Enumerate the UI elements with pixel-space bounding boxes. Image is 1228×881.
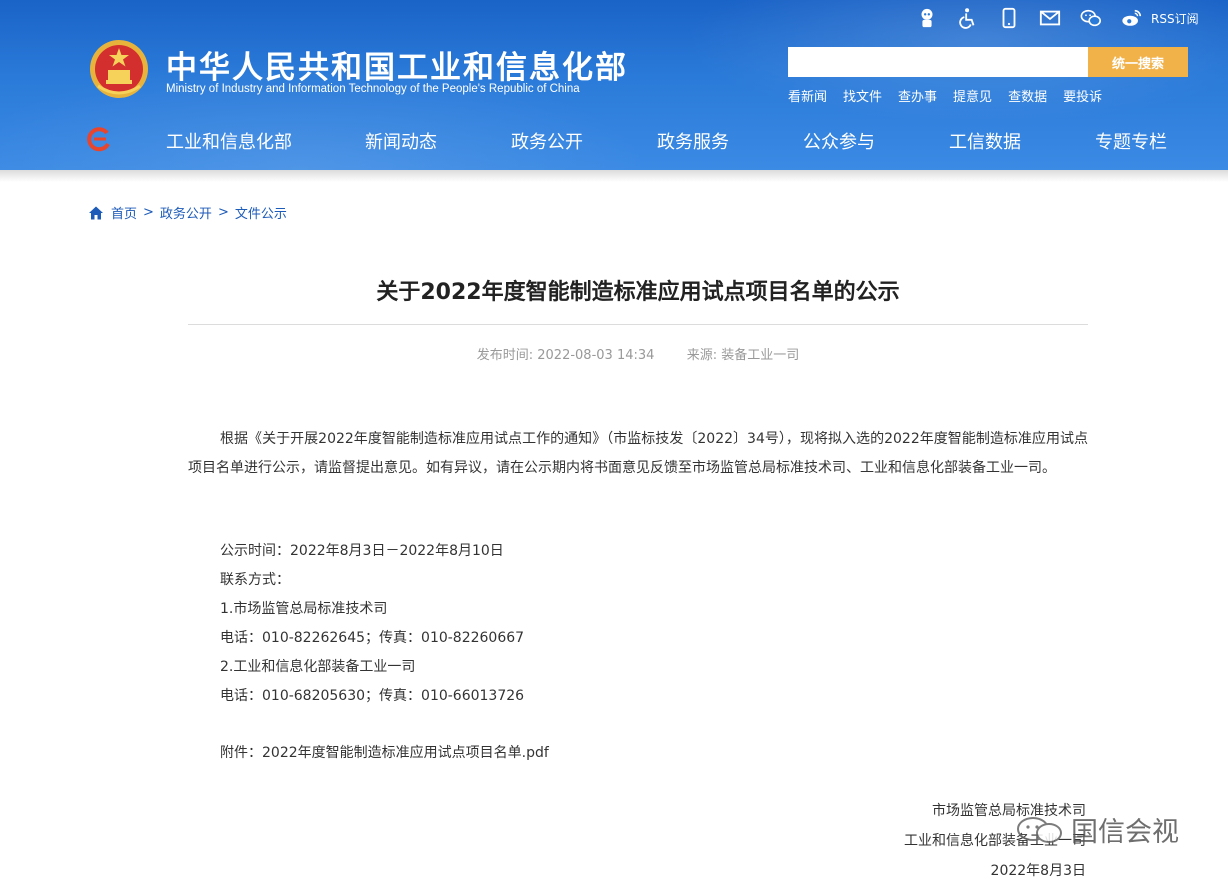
watermark-text: 国信会视 (1071, 817, 1179, 848)
nav-item-services[interactable]: 政务服务 (657, 128, 729, 154)
source-label: 来源: (686, 348, 718, 363)
breadcrumb-separator: > (143, 205, 154, 220)
publish-label: 发布时间: (476, 348, 534, 363)
quick-link-news[interactable]: 看新闻 (788, 86, 827, 105)
breadcrumb-home[interactable]: 首页 (111, 203, 137, 222)
contact-label: 联系方式： (220, 572, 290, 588)
main-nav: 工业和信息化部 新闻动态 政务公开 政务服务 公众参与 工信数据 专题专栏 (0, 124, 1228, 156)
quick-link-data[interactable]: 查数据 (1008, 86, 1047, 105)
contact1-phone: 电话：010-82262645；传真：010-82260667 (220, 630, 525, 646)
rss-link[interactable]: RSS订阅 (1151, 10, 1199, 27)
watermark: 国信会视 (1015, 810, 1179, 849)
quick-link-feedback[interactable]: 提意见 (953, 86, 992, 105)
article-body: 根据《关于开展2022年度智能制造标准应用试点工作的通知》（市监标技发〔2022… (188, 425, 1088, 483)
signature-date: 2022年8月3日 (990, 863, 1086, 879)
contact2-phone: 电话：010-68205630；传真：010-66013726 (220, 688, 525, 704)
intro-paragraph: 根据《关于开展2022年度智能制造标准应用试点工作的通知》（市监标技发〔2022… (188, 431, 1088, 476)
top-icon-bar: RSS订阅 (915, 6, 1199, 30)
nav-item-data[interactable]: 工信数据 (949, 128, 1021, 154)
source-value: 装备工业一司 (721, 348, 800, 363)
nav-item-news[interactable]: 新闻动态 (365, 128, 437, 154)
quick-link-files[interactable]: 找文件 (843, 86, 882, 105)
search-input[interactable] (788, 47, 1088, 77)
breadcrumb-affairs[interactable]: 政务公开 (160, 203, 212, 222)
site-title[interactable]: 中华人民共和国工业和信息化部 (166, 42, 628, 87)
robot-assistant-icon[interactable] (915, 6, 939, 30)
nav-item-ministry[interactable]: 工业和信息化部 (166, 128, 292, 154)
weibo-icon[interactable] (1120, 6, 1144, 30)
notice-period: 公示时间：2022年8月3日－2022年8月10日 (220, 543, 504, 559)
wechat-watermark-icon (1017, 816, 1062, 843)
breadcrumb: 首页 > 政务公开 > 文件公示 (88, 203, 287, 222)
mobile-icon[interactable] (997, 6, 1021, 30)
contact2-name: 2.工业和信息化部装备工业一司 (220, 659, 416, 675)
wechat-icon[interactable] (1079, 6, 1103, 30)
article-title: 关于2022年度智能制造标准应用试点项目名单的公示 (376, 280, 900, 305)
contact1-name: 1.市场监管总局标准技术司 (220, 601, 388, 617)
publish-time: 2022-08-03 14:34 (537, 348, 655, 363)
breadcrumb-separator: > (217, 205, 229, 220)
site-subtitle: Ministry of Industry and Information Tec… (166, 83, 580, 95)
header-shadow (0, 170, 1228, 182)
nav-item-affairs[interactable]: 政务公开 (511, 128, 583, 154)
nav-item-participation[interactable]: 公众参与 (803, 128, 875, 154)
quick-link-services[interactable]: 查办事 (898, 86, 937, 105)
breadcrumb-file-notice[interactable]: 文件公示 (235, 203, 287, 222)
attachment-link[interactable]: 附件：2022年度智能制造标准应用试点项目名单.pdf (220, 742, 549, 762)
search-button[interactable]: 统一搜索 (1088, 47, 1188, 77)
title-divider (188, 324, 1088, 325)
accessibility-icon[interactable] (956, 6, 980, 30)
mail-icon[interactable] (1038, 6, 1062, 30)
national-emblem-icon (90, 40, 148, 98)
site-header: 中华人民共和国工业和信息化部 Ministry of Industry and … (0, 0, 1228, 170)
home-icon[interactable] (88, 205, 104, 221)
article-meta: 发布时间: 2022-08-03 14:34 来源: 装备工业一司 (188, 344, 1088, 363)
quick-links: 看新闻 找文件 查办事 提意见 查数据 要投诉 (788, 86, 1118, 105)
nav-item-topics[interactable]: 专题专栏 (1095, 128, 1167, 154)
quick-link-complaint[interactable]: 要投诉 (1063, 86, 1102, 105)
